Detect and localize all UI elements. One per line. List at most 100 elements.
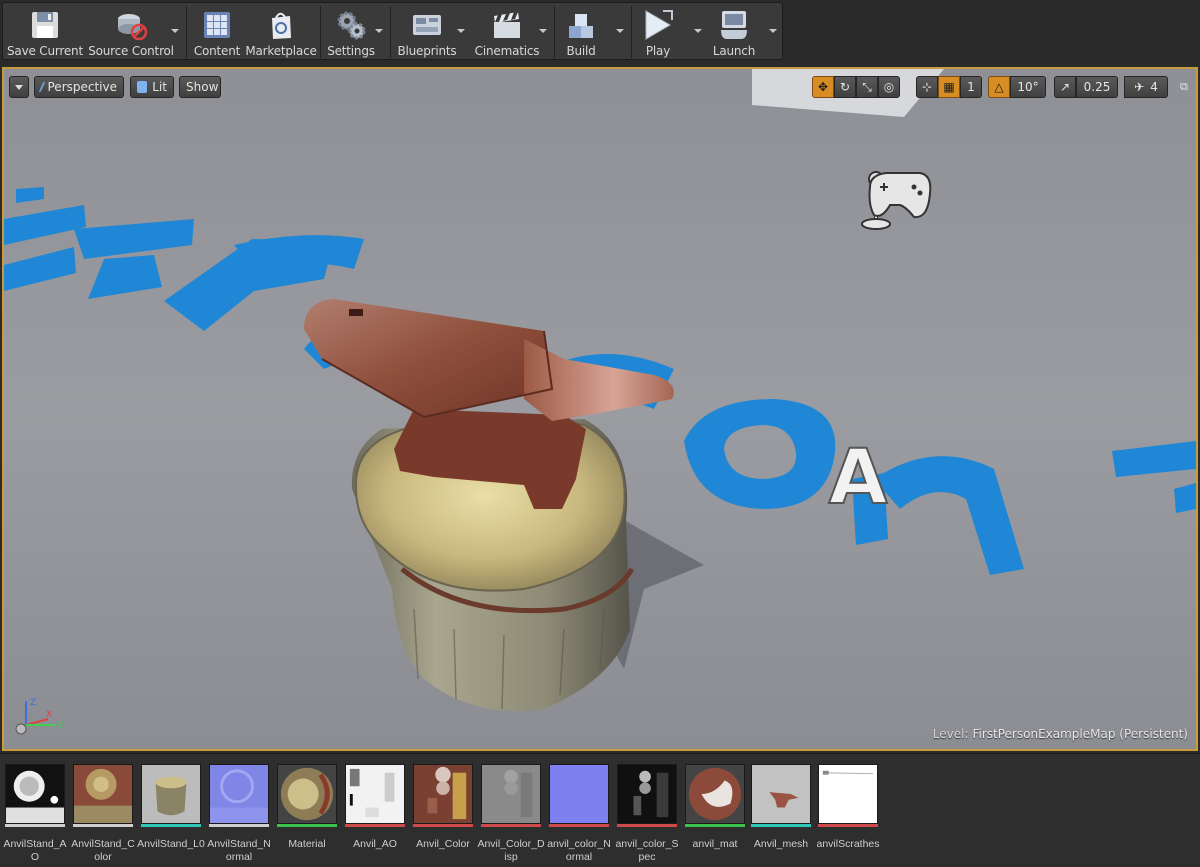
source-control-dropdown-icon[interactable] [171,29,179,33]
rotation-snap-toggle-icon[interactable]: △ [988,76,1010,98]
launch-button[interactable]: Launch [709,3,759,61]
texture-anvil-ao-thumbnail-icon [345,764,405,824]
play-button[interactable]: Play [635,3,681,61]
play-icon [645,10,673,40]
settings-button[interactable]: Settings [323,3,379,61]
asset-type-bar [751,824,811,827]
save-current-button[interactable]: Save Current [5,3,85,61]
gears-icon [337,11,366,40]
asset-name: AnvilStand_AO [3,838,67,863]
asset-name: AnvilStand_Normal [207,838,271,863]
translate-tool-icon[interactable]: ✥ [812,76,834,98]
asset-tile[interactable]: Anvil_mesh [751,764,811,864]
launch-dropdown-icon[interactable] [769,29,777,33]
scale-snap-toggle-icon[interactable]: ↗ [1054,76,1076,98]
rotate-tool-icon[interactable]: ↻ [834,76,856,98]
lit-view-mode-button[interactable]: Lit [130,76,174,98]
maximize-viewport-icon[interactable]: ⧉ [1176,76,1192,98]
scale-snap-value[interactable]: 0.25 [1076,76,1118,98]
toolbar-separator [631,6,632,58]
camera-speed-button[interactable]: ✈ 4 [1124,76,1168,98]
asset-name: Anvil_Color [416,838,470,850]
floppy-disk-icon [32,12,58,38]
asset-type-bar [617,824,677,827]
camera-speed-icon: ✈ [1134,80,1145,94]
asset-type-bar [5,824,65,827]
scale-tool-icon[interactable]: ⤡ [856,76,878,98]
perspective-button[interactable]: Perspective [34,76,124,98]
texture-normal-thumbnail-icon [209,764,269,824]
asset-type-bar [277,824,337,827]
surface-snap-icon[interactable]: ⊹ [916,76,938,98]
viewport-options-button[interactable] [9,76,29,98]
grid-snap-toggle-icon[interactable]: ▦ [938,76,960,98]
asset-tile[interactable]: Anvil_Color_Disp [477,764,545,864]
save-current-label: Save Current [7,44,83,58]
asset-tile[interactable]: anvil_mat [685,764,745,864]
grid-snap-group: ⊹ ▦ 1 [916,76,982,98]
texture-anvil-disp-thumbnail-icon [481,764,541,824]
lit-sphere-icon [137,81,148,93]
play-dropdown-icon[interactable] [694,29,702,33]
settings-dropdown-icon[interactable] [375,29,383,33]
content-button[interactable]: Content [191,3,243,61]
mesh-stump-thumbnail-icon [141,764,201,824]
asset-name: AnvilStand_L0 [137,838,205,850]
cinematics-button[interactable]: Cinematics [471,3,543,61]
material-anvil-sphere-thumbnail-icon [685,764,745,824]
asset-tile[interactable]: Material [277,764,337,864]
world-space-globe-icon[interactable]: ◎ [878,76,900,98]
build-label: Build [566,44,596,58]
texture-ao-thumbnail-icon [5,764,65,824]
asset-tile[interactable]: anvil_color_Spec [615,764,679,864]
asset-tile[interactable]: anvil_color_Normal [547,764,611,864]
source-control-icon [118,14,148,41]
asset-tile[interactable]: AnvilStand_AO [3,764,67,864]
blueprints-label: Blueprints [397,44,457,58]
asset-tile[interactable]: AnvilStand_Normal [207,764,271,864]
asset-tile[interactable]: anvilScrathes [816,764,880,864]
texture-anvil-normal-thumbnail-icon [549,764,609,824]
texture-color-thumbnail-icon [73,764,133,824]
camera-speed-group: ✈ 4 [1124,76,1168,98]
asset-tile[interactable]: Anvil_Color [413,764,473,864]
grid-snap-value[interactable]: 1 [960,76,982,98]
asset-name: Anvil_Color_Disp [477,838,545,863]
build-button[interactable]: Build [557,3,605,61]
cinematics-dropdown-icon[interactable] [539,29,547,33]
asset-tile[interactable]: AnvilStand_Color [71,764,135,864]
perspective-label: Perspective [47,80,118,94]
asset-tile[interactable]: AnvilStand_L0 [137,764,205,864]
cinematics-label: Cinematics [474,44,540,58]
asset-tile[interactable]: Anvil_AO [345,764,405,864]
content-label: Content [193,44,241,58]
build-dropdown-icon[interactable] [616,29,624,33]
blueprints-dropdown-icon[interactable] [457,29,465,33]
asset-type-bar [73,824,133,827]
asset-name: anvil_color_Spec [615,838,679,863]
content-grid-icon [204,12,230,38]
billboard-letter-a[interactable]: A [828,431,889,522]
toolbar-separator [554,6,555,58]
svg-text:X: X [46,710,52,720]
show-flags-button[interactable]: Show [179,76,221,98]
asset-type-bar [413,824,473,827]
rotation-snap-value[interactable]: 10° [1010,76,1046,98]
maximize-viewport-group: ⧉ [1176,76,1192,98]
asset-name: Material [288,838,326,850]
level-name: FirstPersonExampleMap (Persistent) [972,727,1188,741]
play-label: Play [645,44,671,58]
source-control-label: Source Control [88,44,174,58]
transform-tools-group: ✥ ↻ ⤡ ◎ [812,76,900,98]
rotation-snap-group: △ 10° [988,76,1046,98]
asset-type-bar [345,824,405,827]
blueprints-button[interactable]: Blueprints [395,3,459,61]
source-control-button[interactable]: Source Control [88,3,174,61]
level-label: Level: [932,727,969,741]
level-viewport[interactable]: A Z X Y Perspective Lit Show ✥ ↻ ⤡ ◎ ⊹ ▦… [2,67,1198,751]
marketplace-label: Marketplace [245,44,317,58]
viewport-scene[interactable]: A Z X Y [4,69,1196,749]
asset-name: Anvil_mesh [753,838,809,850]
marketplace-button[interactable]: Marketplace [245,3,317,61]
asset-type-bar [549,824,609,827]
